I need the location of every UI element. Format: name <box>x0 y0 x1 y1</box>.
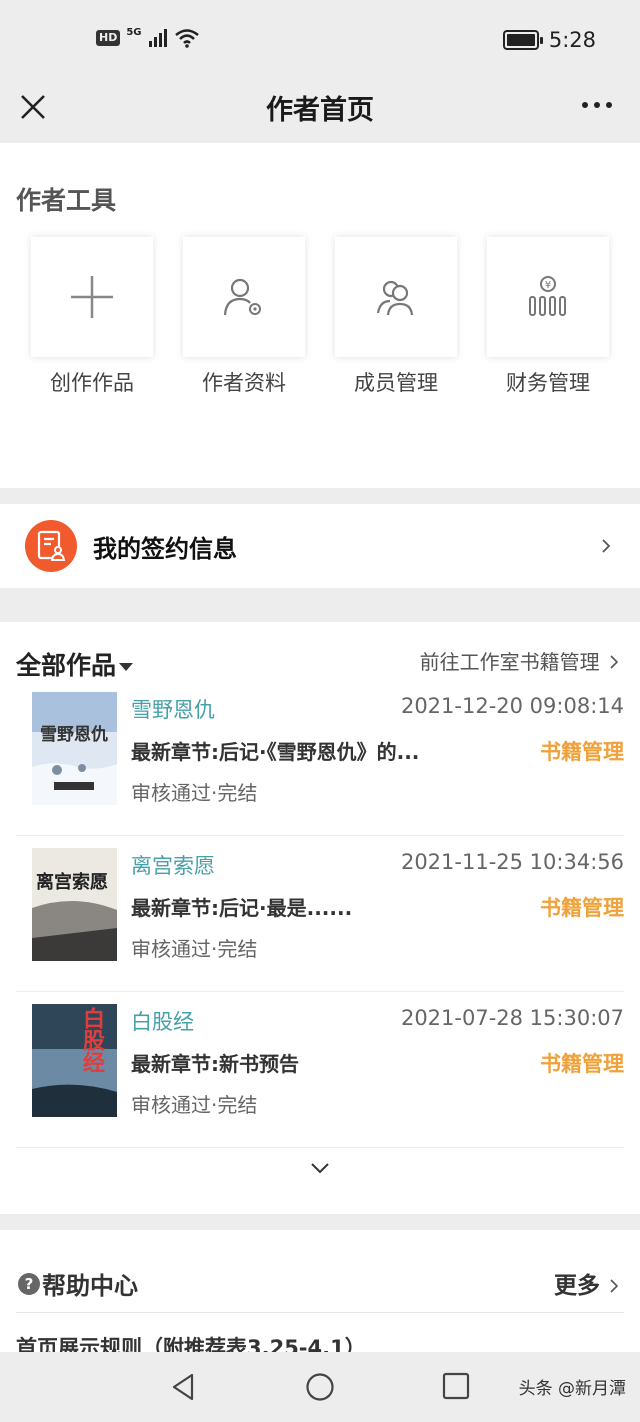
book-manage-button[interactable]: 书籍管理 <box>540 892 624 922</box>
cover-title: 白股经 <box>79 1006 105 1073</box>
page-title: 作者首页 <box>266 95 374 126</box>
help-center-title: 帮助中心 <box>42 1272 138 1300</box>
book-latest-chapter: 最新章节:后记·最是...... <box>131 896 353 920</box>
expand-list-button[interactable] <box>310 1162 330 1174</box>
more-dot-icon <box>606 102 612 108</box>
help-more-label: 更多 <box>553 1273 600 1299</box>
cover-title: 离宫索愿 <box>36 871 108 893</box>
book-row[interactable]: 白股经 白股经 2021-07-28 15:30:07 最新章节:新书预告 书籍… <box>16 992 624 1148</box>
works-filter-dropdown[interactable]: 全部作品 <box>16 646 134 682</box>
top-nav-bar: 作者首页 <box>0 80 640 142</box>
book-updated-time: 2021-12-20 09:08:14 <box>400 694 624 718</box>
book-latest-chapter: 最新章节:后记·《雪野恩仇》的... <box>131 740 420 764</box>
book-latest-chapter: 最新章节:新书预告 <box>131 1052 299 1076</box>
book-row[interactable]: 雪野恩仇 雪野恩仇 2021-12-20 09:08:14 最新章节:后记·《雪… <box>16 680 624 836</box>
tool-finance-management[interactable]: ¥ 财务管理 <box>487 237 609 397</box>
help-center-header: ? 帮助中心 <box>18 1266 138 1301</box>
battery-icon <box>502 30 543 50</box>
book-manage-button[interactable]: 书籍管理 <box>540 1048 624 1078</box>
user-settings-icon <box>223 278 261 316</box>
tool-label: 作者资料 <box>202 371 286 395</box>
contract-icon <box>25 520 77 572</box>
tool-label: 创作作品 <box>50 371 134 395</box>
cover-title: 雪野恩仇 <box>40 724 108 745</box>
clock: 5:28 <box>548 28 596 52</box>
book-title[interactable]: 白股经 <box>131 1006 194 1036</box>
status-left: HD 5G <box>96 26 200 48</box>
contract-info-label: 我的签约信息 <box>93 535 237 563</box>
book-status: 审核通过·完结 <box>131 937 258 961</box>
author-tools-section: 作者工具 创作作品 作者资料 成员管理 ¥ 财务管理 <box>0 143 640 488</box>
book-updated-time: 2021-07-28 15:30:07 <box>400 1006 624 1030</box>
studio-book-management-link[interactable]: 前往工作室书籍管理 <box>419 646 619 675</box>
book-cover[interactable]: 白股经 <box>32 1004 117 1117</box>
tool-tile[interactable] <box>31 237 153 357</box>
chevron-right-icon <box>610 655 619 669</box>
system-nav-bar: 头条 @新月潭 <box>0 1352 640 1422</box>
divider <box>16 1312 624 1313</box>
tool-label: 财务管理 <box>506 371 590 395</box>
book-title[interactable]: 离宫索愿 <box>131 850 215 880</box>
book-cover[interactable]: 雪野恩仇 <box>32 692 117 805</box>
book-cover[interactable]: 离宫索愿 <box>32 848 117 961</box>
tool-create-work[interactable]: 创作作品 <box>31 237 153 397</box>
svg-text:¥: ¥ <box>545 280 551 291</box>
hd-badge: HD <box>96 30 121 46</box>
back-triangle-icon[interactable] <box>170 1372 196 1402</box>
all-works-section: 全部作品 前往工作室书籍管理 雪野恩仇 雪野恩仇 2021-12-20 09:0… <box>0 622 640 1214</box>
watermark: 头条 @新月潭 <box>518 1379 626 1399</box>
chevron-right-icon <box>610 1279 619 1293</box>
book-row[interactable]: 离宫索愿 离宫索愿 2021-11-25 10:34:56 最新章节:后记·最是… <box>16 836 624 992</box>
more-dot-icon <box>594 102 600 108</box>
book-updated-time: 2021-11-25 10:34:56 <box>400 850 624 874</box>
studio-link-label: 前往工作室书籍管理 <box>419 650 600 674</box>
members-icon <box>376 280 414 316</box>
book-status: 审核通过·完结 <box>131 781 258 805</box>
book-manage-button[interactable]: 书籍管理 <box>540 736 624 766</box>
section-title-tools: 作者工具 <box>16 186 117 215</box>
chevron-down-icon <box>311 1163 329 1174</box>
book-title[interactable]: 雪野恩仇 <box>131 694 215 724</box>
help-article-link[interactable]: 首页展示规则（附推荐表3.25-4.1） <box>16 1332 366 1352</box>
more-dot-icon <box>582 102 588 108</box>
book-status: 审核通过·完结 <box>131 1093 258 1117</box>
signal-icon <box>148 29 167 47</box>
contract-info-row[interactable]: 我的签约信息 <box>0 504 640 588</box>
help-more-link[interactable]: 更多 <box>553 1266 619 1300</box>
more-button[interactable] <box>582 102 612 108</box>
finance-icon: ¥ <box>529 276 566 316</box>
network-label: 5G <box>126 26 142 38</box>
tool-author-profile[interactable]: 作者资料 <box>183 237 305 397</box>
tool-label: 成员管理 <box>354 371 438 395</box>
tool-member-management[interactable]: 成员管理 <box>335 237 457 397</box>
help-center-section: ? 帮助中心 更多 首页展示规则（附推荐表3.25-4.1） <box>0 1230 640 1352</box>
status-right: 5:28 <box>502 28 596 52</box>
plus-icon <box>71 276 113 318</box>
works-title: 全部作品 <box>16 651 117 680</box>
chevron-right-icon <box>602 539 610 553</box>
wifi-icon <box>174 29 199 48</box>
tool-tile[interactable] <box>335 237 457 357</box>
tool-tile[interactable]: ¥ <box>487 237 609 357</box>
home-circle-icon[interactable] <box>305 1372 335 1402</box>
caret-down-icon <box>119 663 134 671</box>
recents-square-icon[interactable] <box>442 1372 470 1400</box>
status-bar: HD 5G 5:28 <box>0 0 640 80</box>
tool-tile[interactable] <box>183 237 305 357</box>
question-icon: ? <box>18 1272 40 1295</box>
